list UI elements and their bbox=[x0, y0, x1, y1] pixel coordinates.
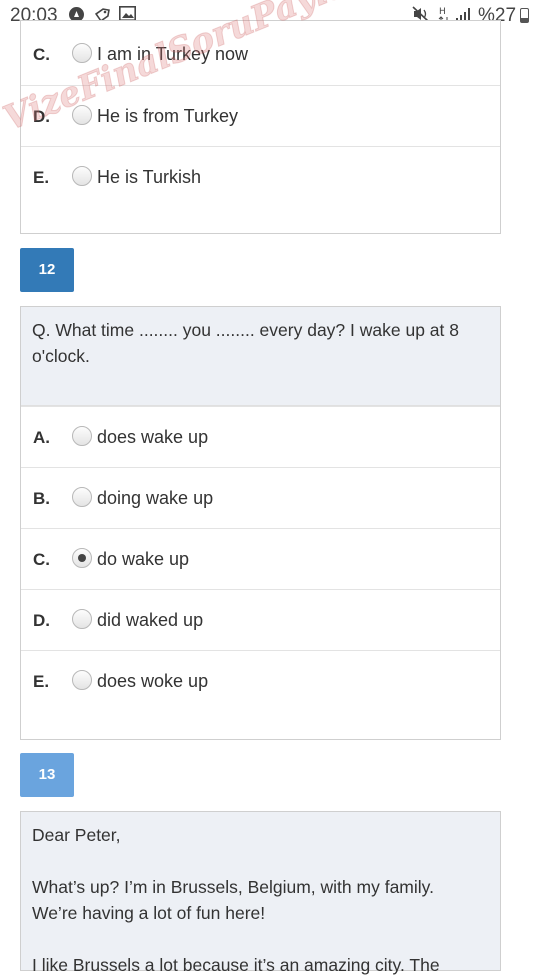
question-number-badge[interactable]: 13 bbox=[20, 753, 74, 797]
passage-line: We’re having a lot of fun here! bbox=[32, 903, 266, 923]
option-c[interactable]: C. do wake up bbox=[21, 528, 500, 589]
option-text: do wake up bbox=[97, 549, 190, 569]
option-b[interactable]: B. doing wake up bbox=[21, 467, 500, 528]
option-letter: C. bbox=[33, 45, 50, 64]
question-12-card: Q. What time ........ you ........ every… bbox=[20, 306, 501, 740]
radio-button[interactable] bbox=[72, 43, 92, 63]
option-letter: E. bbox=[33, 672, 50, 691]
option-e[interactable]: E. He is Turkish bbox=[21, 146, 500, 207]
question-number-badge[interactable]: 12 bbox=[20, 248, 74, 292]
passage-line: Dear Peter, bbox=[32, 825, 121, 845]
option-letter: C. bbox=[33, 550, 50, 569]
option-c[interactable]: C. I am in Turkey now bbox=[21, 24, 500, 85]
option-text: He is Turkish bbox=[97, 167, 202, 187]
passage-line: What’s up? I’m in Brussels, Belgium, wit… bbox=[32, 877, 434, 897]
option-text: does woke up bbox=[97, 671, 209, 691]
option-text: doing wake up bbox=[97, 488, 214, 508]
option-d[interactable]: D. He is from Turkey bbox=[21, 85, 500, 146]
option-text: He is from Turkey bbox=[97, 106, 239, 126]
radio-button-selected[interactable] bbox=[72, 548, 92, 568]
radio-button[interactable] bbox=[72, 670, 92, 690]
option-letter: D. bbox=[33, 611, 50, 630]
radio-button[interactable] bbox=[72, 609, 92, 629]
option-letter: B. bbox=[33, 489, 50, 508]
option-text: I am in Turkey now bbox=[97, 44, 249, 64]
option-letter: D. bbox=[33, 107, 50, 126]
option-a[interactable]: A. does wake up bbox=[21, 406, 500, 467]
battery-icon bbox=[520, 8, 529, 23]
question-text: Q. What time ........ you ........ every… bbox=[32, 320, 459, 366]
question-box: Q. What time ........ you ........ every… bbox=[21, 307, 500, 406]
radio-button[interactable] bbox=[72, 426, 92, 446]
option-text: does wake up bbox=[97, 427, 209, 447]
passage-line: I like Brussels a lot because it’s an am… bbox=[32, 955, 440, 975]
svg-text:H: H bbox=[439, 7, 446, 17]
question-11-card: C. I am in Turkey now D. He is from Turk… bbox=[20, 20, 501, 234]
option-letter: A. bbox=[33, 428, 50, 447]
option-text: did waked up bbox=[97, 610, 204, 630]
radio-button[interactable] bbox=[72, 105, 92, 125]
option-d[interactable]: D. did waked up bbox=[21, 589, 500, 650]
radio-button[interactable] bbox=[72, 487, 92, 507]
option-e[interactable]: E. does woke up bbox=[21, 650, 500, 711]
radio-button[interactable] bbox=[72, 166, 92, 186]
option-letter: E. bbox=[33, 168, 50, 187]
reading-passage: Dear Peter, What’s up? I’m in Brussels, … bbox=[20, 811, 501, 975]
